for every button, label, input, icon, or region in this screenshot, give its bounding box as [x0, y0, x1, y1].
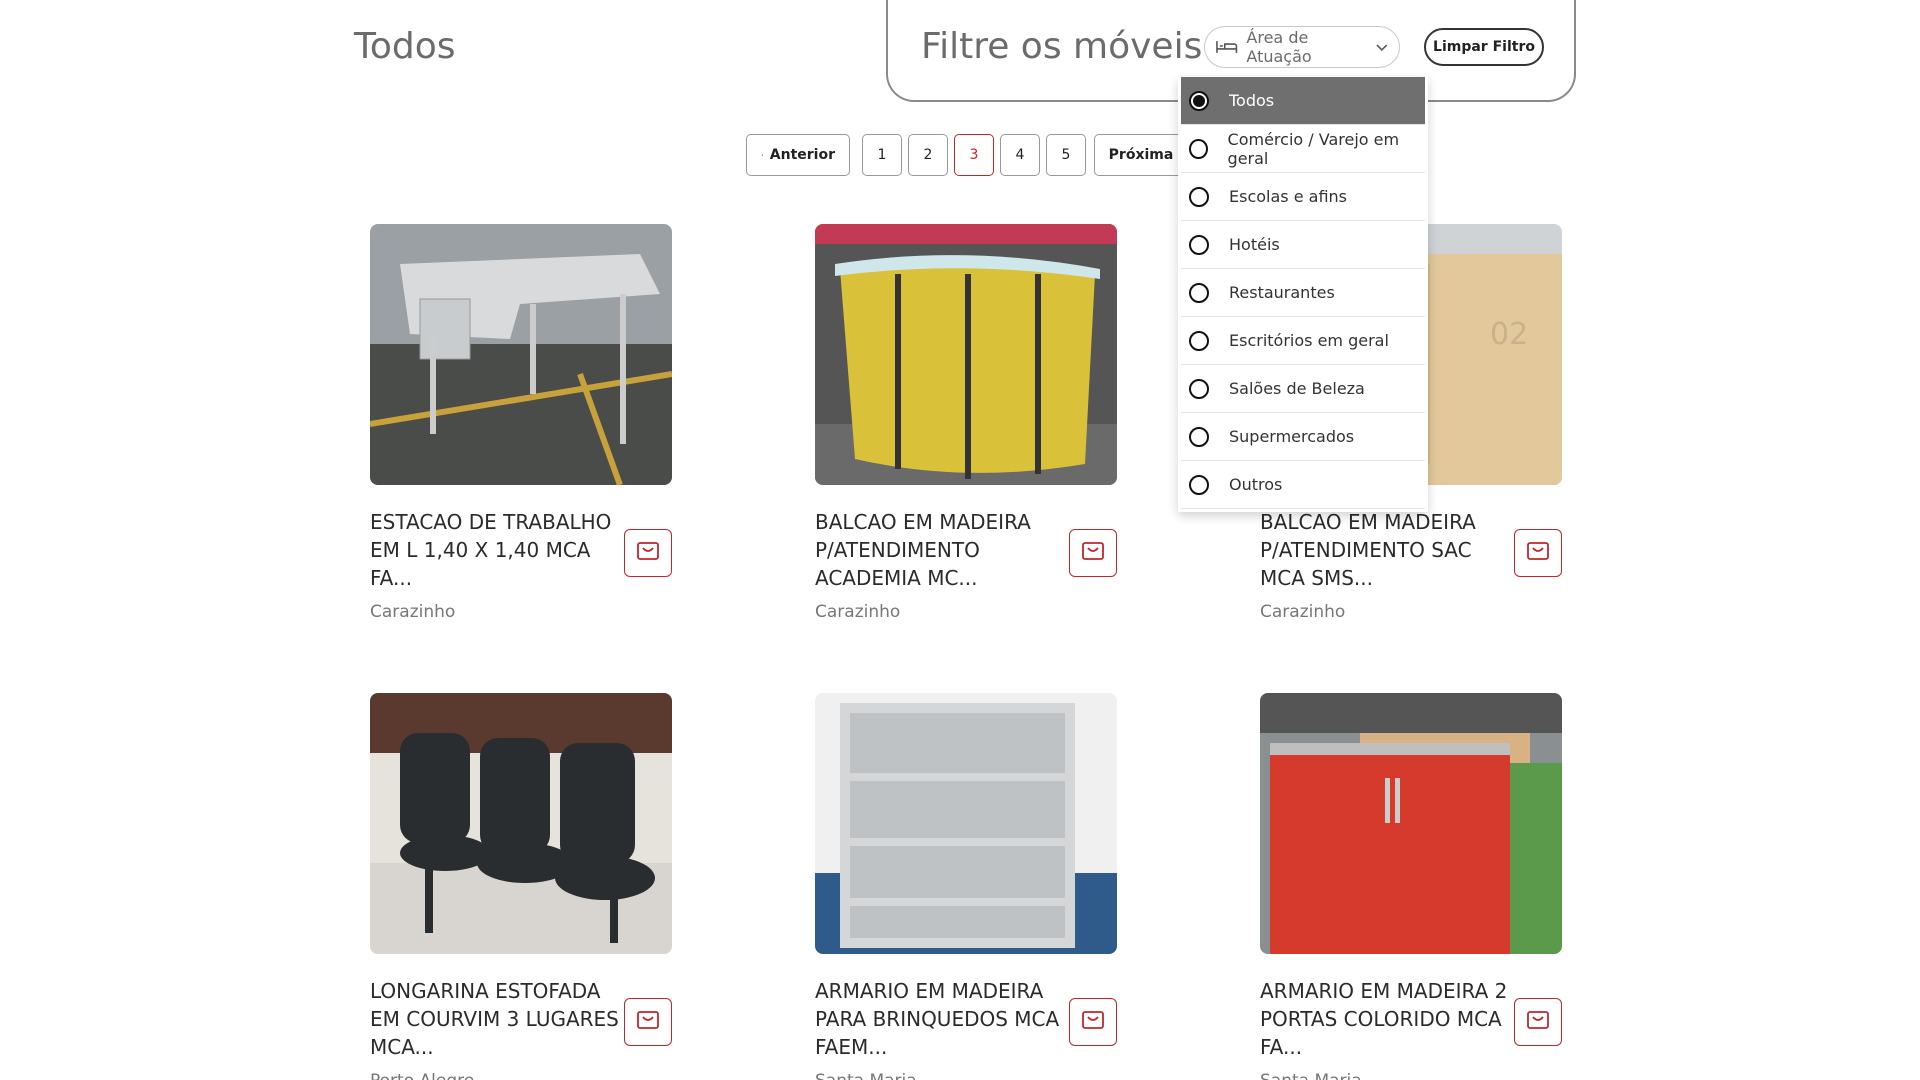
product-card[interactable]: ESTACAO DE TRABALHO EM L 1,40 X 1,40 MCA…	[370, 224, 672, 622]
dropdown-option[interactable]: Supermercados	[1181, 413, 1425, 461]
dropdown-option-label: Supermercados	[1229, 427, 1355, 446]
radio-unchecked-icon[interactable]	[1189, 330, 1209, 351]
radio-unchecked-icon[interactable]	[1189, 378, 1209, 399]
area-select[interactable]: Área de Atuação	[1204, 26, 1400, 68]
area-dropdown-menu: Todos Comércio / Varejo em geral Escolas e…	[1178, 77, 1428, 512]
page-title: Todos	[354, 26, 456, 67]
add-to-cart-button[interactable]	[624, 998, 672, 1046]
add-to-cart-button[interactable]	[1514, 998, 1562, 1046]
bed-icon	[1216, 41, 1238, 53]
shopping-bag-icon	[1081, 1009, 1105, 1035]
product-card[interactable]: ARMARIO EM MADEIRA 2 PORTAS COLORIDO MCA…	[1260, 693, 1562, 1080]
area-select-label: Área de Atuação	[1246, 28, 1312, 66]
page-4-button[interactable]: 4	[1000, 134, 1040, 176]
radio-checked-icon[interactable]	[1189, 90, 1209, 111]
product-image[interactable]	[815, 224, 1117, 485]
chevron-down-icon	[1376, 44, 1388, 52]
next-label: Próxima	[1108, 147, 1174, 163]
product-image[interactable]	[370, 224, 672, 485]
product-card[interactable]: BALCAO EM MADEIRA P/ATENDIMENTO ACADEMIA…	[815, 224, 1117, 622]
add-to-cart-button[interactable]	[1514, 529, 1562, 577]
radio-unchecked-icon[interactable]	[1189, 186, 1209, 207]
product-title[interactable]: ARMARIO EM MADEIRA 2 PORTAS COLORIDO MCA…	[1260, 977, 1510, 1061]
dropdown-option[interactable]: Restaurantes	[1181, 269, 1425, 317]
add-to-cart-button[interactable]	[1069, 529, 1117, 577]
product-city: Porto Alegre	[370, 1071, 474, 1080]
product-title[interactable]: ARMARIO EM MADEIRA PARA BRINQUEDOS MCA F…	[815, 977, 1065, 1061]
dropdown-option-label: Salões de Beleza	[1229, 379, 1365, 398]
page-3-button[interactable]: 3	[954, 134, 994, 176]
dropdown-option[interactable]: Comércio / Varejo em geral	[1181, 125, 1425, 173]
product-city: Carazinho	[370, 602, 456, 622]
dropdown-option[interactable]: Salões de Beleza	[1181, 365, 1425, 413]
dropdown-option-label: Escolas e afins	[1229, 187, 1347, 206]
page-1-button[interactable]: 1	[862, 134, 902, 176]
dropdown-option[interactable]: Escolas e afins	[1181, 173, 1425, 221]
previous-label: Anterior	[769, 147, 835, 163]
product-title[interactable]: BALCAO EM MADEIRA P/ATENDIMENTO ACADEMIA…	[815, 508, 1065, 592]
product-title[interactable]: BALCAO EM MADEIRA P/ATENDIMENTO SAC MCA …	[1260, 508, 1510, 592]
radio-unchecked-icon[interactable]	[1189, 426, 1209, 447]
pagination: Anterior 1 2 3 4 5 Próxima	[746, 134, 1194, 176]
product-image[interactable]	[815, 693, 1117, 954]
product-city: Carazinho	[815, 602, 901, 622]
page-5-button[interactable]: 5	[1046, 134, 1086, 176]
clear-filter-button[interactable]: Limpar Filtro	[1424, 28, 1544, 66]
previous-page-button[interactable]: Anterior	[746, 134, 850, 176]
product-city: Santa Maria	[815, 1071, 917, 1080]
dropdown-option-label: Hotéis	[1229, 235, 1280, 254]
product-city: Carazinho	[1260, 602, 1346, 622]
dropdown-option-label: Todos	[1229, 91, 1275, 110]
svg-text:02: 02	[1490, 317, 1528, 352]
dropdown-option[interactable]: Todos	[1181, 77, 1425, 125]
radio-unchecked-icon[interactable]	[1189, 138, 1208, 159]
dropdown-option-label: Comércio / Varejo em geral	[1227, 129, 1400, 168]
shopping-bag-icon	[636, 540, 660, 566]
product-card[interactable]: ARMARIO EM MADEIRA PARA BRINQUEDOS MCA F…	[815, 693, 1117, 1080]
dropdown-option[interactable]: Hotéis	[1181, 221, 1425, 269]
shopping-bag-icon	[1526, 540, 1550, 566]
dropdown-option[interactable]: Escritórios em geral	[1181, 317, 1425, 365]
page-2-button[interactable]: 2	[908, 134, 948, 176]
shopping-bag-icon	[1526, 1009, 1550, 1035]
shopping-bag-icon	[636, 1009, 660, 1035]
radio-unchecked-icon[interactable]	[1189, 474, 1209, 495]
add-to-cart-button[interactable]	[624, 529, 672, 577]
chevron-left-icon	[761, 153, 764, 157]
product-card[interactable]: LONGARINA ESTOFADA EM COURVIM 3 LUGARES …	[370, 693, 672, 1080]
add-to-cart-button[interactable]	[1069, 998, 1117, 1046]
product-title[interactable]: LONGARINA ESTOFADA EM COURVIM 3 LUGARES …	[370, 977, 620, 1061]
dropdown-option-label: Escritórios em geral	[1229, 331, 1389, 350]
filter-title: Filtre os móveis	[921, 26, 1203, 67]
shopping-bag-icon	[1081, 540, 1105, 566]
product-image[interactable]	[370, 693, 672, 954]
radio-unchecked-icon[interactable]	[1189, 234, 1209, 255]
product-city: Santa Maria	[1260, 1071, 1362, 1080]
radio-unchecked-icon[interactable]	[1189, 282, 1209, 303]
dropdown-option[interactable]: Outros	[1181, 461, 1425, 509]
product-title[interactable]: ESTACAO DE TRABALHO EM L 1,40 X 1,40 MCA…	[370, 508, 620, 592]
product-image[interactable]	[1260, 693, 1562, 954]
dropdown-option-label: Outros	[1229, 475, 1283, 494]
dropdown-option-label: Restaurantes	[1229, 283, 1335, 302]
